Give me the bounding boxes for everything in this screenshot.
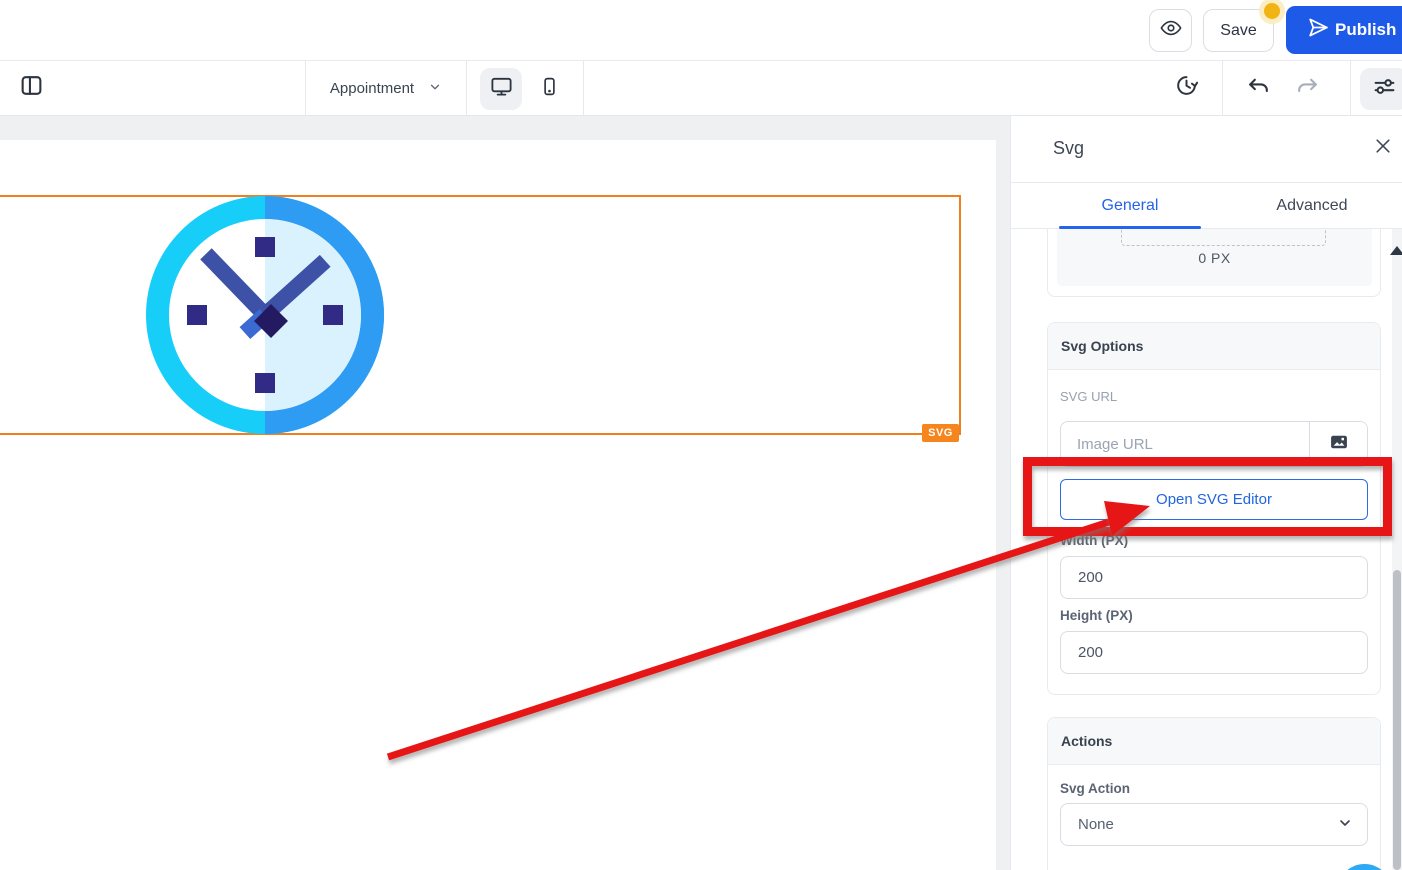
preview-button[interactable] bbox=[1149, 9, 1192, 52]
height-label: Height (PX) bbox=[1060, 608, 1368, 623]
monitor-icon bbox=[490, 75, 513, 103]
tab-advanced[interactable]: Advanced bbox=[1241, 183, 1383, 229]
settings-panel-button[interactable] bbox=[1360, 68, 1402, 110]
chevron-down-icon bbox=[428, 80, 442, 98]
top-bar: Save Publish bbox=[0, 0, 1402, 61]
selection-border-bottom bbox=[0, 433, 961, 435]
columns-icon bbox=[19, 73, 44, 103]
toolbar-divider bbox=[466, 61, 467, 116]
desktop-view-button[interactable] bbox=[480, 68, 522, 110]
svg-url-input[interactable] bbox=[1061, 422, 1309, 466]
svg-options-card: Svg Options SVG URL bbox=[1047, 322, 1381, 695]
undo-icon bbox=[1246, 73, 1271, 103]
actions-header: Actions bbox=[1048, 718, 1380, 765]
svg-url-input-group bbox=[1060, 421, 1368, 467]
tab-general[interactable]: General bbox=[1059, 183, 1201, 229]
panel-header: Svg bbox=[1011, 116, 1402, 183]
page-selector-dropdown[interactable]: Appointment bbox=[306, 61, 466, 116]
spacing-dashed-box bbox=[1121, 229, 1326, 246]
undo-button[interactable] bbox=[1244, 74, 1272, 102]
spacing-control[interactable]: 0 PX bbox=[1057, 229, 1372, 286]
publish-button[interactable]: Publish bbox=[1286, 6, 1402, 54]
spacing-value: 0 PX bbox=[1057, 250, 1372, 266]
save-button-label: Save bbox=[1220, 22, 1256, 40]
notification-dot bbox=[1264, 3, 1280, 19]
open-svg-editor-button[interactable]: Open SVG Editor bbox=[1060, 479, 1368, 520]
redo-icon bbox=[1295, 73, 1320, 103]
history-button[interactable] bbox=[1172, 74, 1200, 102]
smartphone-icon bbox=[539, 76, 560, 102]
app-window: Save Publish Appointment bbox=[0, 0, 1402, 870]
svg-action-select[interactable]: None bbox=[1060, 803, 1368, 846]
width-label: Width (PX) bbox=[1060, 533, 1368, 548]
panel-scroll-area: 0 PX Svg Options SVG URL bbox=[1011, 229, 1402, 870]
toolbar-divider bbox=[1350, 61, 1351, 116]
send-icon bbox=[1304, 17, 1325, 43]
actions-card: Actions Svg Action None bbox=[1047, 717, 1381, 870]
sliders-icon bbox=[1372, 74, 1397, 104]
panel-title: Svg bbox=[1053, 138, 1084, 159]
history-icon bbox=[1174, 73, 1199, 103]
panel-tabs: General Advanced bbox=[1011, 183, 1402, 229]
layout-toggle-button[interactable] bbox=[17, 74, 45, 102]
svg-action-value: None bbox=[1078, 816, 1114, 833]
mobile-view-button[interactable] bbox=[532, 73, 566, 105]
editor-toolbar: Appointment bbox=[0, 61, 1402, 116]
canvas-gutter bbox=[996, 116, 1010, 870]
svg-options-header: Svg Options bbox=[1048, 323, 1380, 370]
image-picker-button[interactable] bbox=[1309, 422, 1367, 466]
selection-badge: SVG bbox=[922, 424, 959, 442]
publish-button-label: Publish bbox=[1335, 20, 1396, 40]
spacing-card: 0 PX bbox=[1047, 229, 1381, 297]
image-icon bbox=[1329, 432, 1349, 457]
svg-action-label: Svg Action bbox=[1060, 781, 1368, 796]
settings-panel: Svg General Advanced 0 PX Svg Options bbox=[1010, 116, 1402, 870]
svg-url-label: SVG URL bbox=[1060, 389, 1368, 404]
scroll-up-arrow[interactable] bbox=[1390, 246, 1402, 255]
selection-border-right bbox=[959, 195, 961, 435]
redo-button[interactable] bbox=[1293, 74, 1321, 102]
width-input[interactable] bbox=[1060, 556, 1368, 599]
close-panel-button[interactable] bbox=[1371, 136, 1395, 160]
page-selector-label: Appointment bbox=[330, 80, 414, 97]
chevron-down-icon bbox=[1337, 815, 1353, 835]
close-icon bbox=[1373, 136, 1393, 161]
selected-svg-element[interactable] bbox=[146, 196, 384, 434]
panel-scrollbar-thumb[interactable] bbox=[1393, 570, 1401, 870]
selection-border-top bbox=[0, 195, 961, 197]
clock-illustration bbox=[146, 421, 384, 438]
eye-icon bbox=[1160, 17, 1182, 44]
toolbar-divider bbox=[1222, 61, 1223, 116]
canvas-area: SVG bbox=[0, 116, 996, 870]
height-input[interactable] bbox=[1060, 631, 1368, 674]
toolbar-divider bbox=[583, 61, 584, 116]
